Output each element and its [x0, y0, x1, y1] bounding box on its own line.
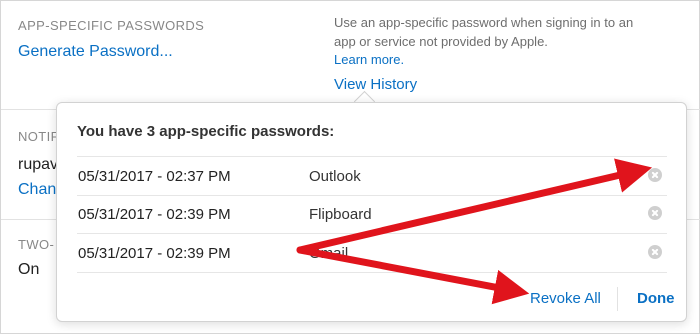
- password-date: 05/31/2017 - 02:37 PM: [78, 168, 231, 185]
- close-circle-icon[interactable]: [648, 206, 662, 220]
- password-app-name: Gmail: [309, 245, 349, 262]
- password-date: 05/31/2017 - 02:39 PM: [78, 245, 231, 262]
- password-row: 05/31/2017 - 02:39 PM Gmail: [77, 234, 667, 273]
- two-step-status: On: [18, 261, 40, 278]
- generate-password-link[interactable]: Generate Password...: [18, 43, 173, 61]
- learn-more-link[interactable]: Learn more.: [334, 52, 404, 67]
- popover-title: You have 3 app-specific passwords:: [77, 123, 335, 140]
- revoke-all-button[interactable]: Revoke All: [530, 290, 601, 307]
- close-circle-icon[interactable]: [648, 245, 662, 259]
- password-history-popover: You have 3 app-specific passwords: 05/31…: [56, 102, 687, 322]
- app-specific-description: Use an app-specific password when signin…: [334, 15, 634, 49]
- app-specific-passwords-label: APP-SPECIFIC PASSWORDS: [18, 18, 205, 33]
- password-row: 05/31/2017 - 02:39 PM Flipboard: [77, 195, 667, 234]
- password-date: 05/31/2017 - 02:39 PM: [78, 206, 231, 223]
- password-row: 05/31/2017 - 02:37 PM Outlook: [77, 156, 667, 196]
- notification-email: rupav: [18, 156, 59, 173]
- notifications-label: NOTIF: [18, 129, 59, 144]
- two-step-label: TWO-: [18, 237, 55, 252]
- done-button[interactable]: Done: [637, 290, 675, 307]
- change-link[interactable]: Chan: [18, 181, 56, 199]
- close-circle-icon[interactable]: [648, 168, 662, 182]
- password-app-name: Flipboard: [309, 206, 372, 223]
- view-history-link[interactable]: View History: [334, 76, 417, 93]
- password-app-name: Outlook: [309, 168, 361, 185]
- footer-divider: [617, 287, 618, 311]
